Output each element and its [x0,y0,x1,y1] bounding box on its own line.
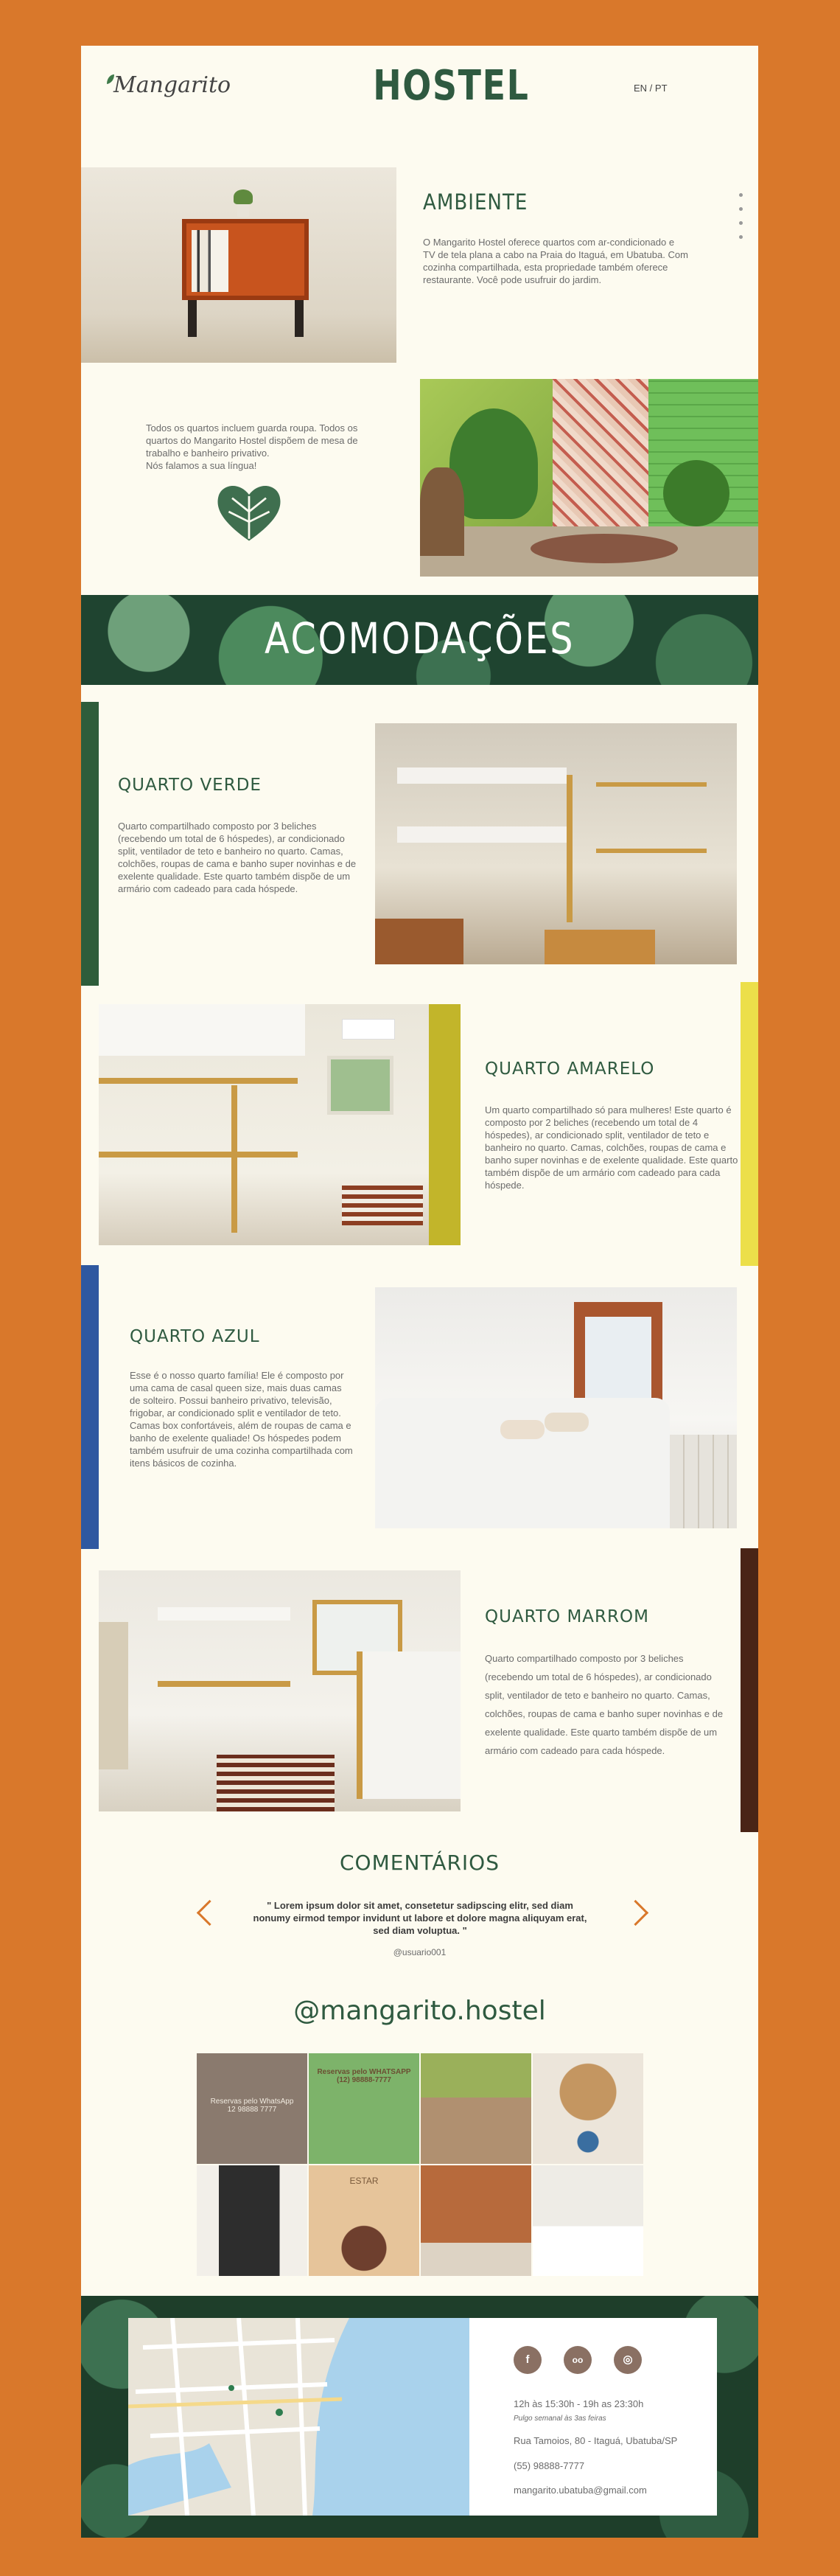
ambiente-garden-photo [420,379,758,577]
instagram-post[interactable] [420,2165,532,2277]
location-map[interactable] [128,2318,471,2516]
comments-title: COMENTÁRIOS [340,1851,500,1875]
ambiente-description: O Mangarito Hostel oferece quartos com a… [423,237,688,285]
instagram-post[interactable]: Reservas pelo WhatsApp 12 98888 7777 [196,2053,308,2165]
heart-leaf-icon [217,486,281,541]
contact-info: f oo ◎ 12h às 15:30h - 19h as 23:30h Pul… [469,2318,717,2516]
room-brown-description: Quarto compartilhado composto por 3 beli… [485,1653,724,1756]
room-blue-description: Esse é o nosso quarto família! Ele é com… [130,1370,353,1469]
room-yellow-photo[interactable] [99,1004,461,1245]
prev-arrow-icon[interactable] [196,1899,223,1926]
phone[interactable]: (55) 98888-7777 [514,2460,584,2472]
instagram-post[interactable] [420,2053,532,2165]
page-title: HOSTEL [373,62,530,110]
page: Mangarito HOSTEL EN / PT AMBIENTE O Mang… [81,46,758,2538]
brand-logo[interactable]: Mangarito [113,72,231,98]
ambiente-note: Todos os quartos incluem guarda roupa. T… [146,422,358,471]
address: Rua Tamoios, 80 - Itaguá, Ubatuba/SP [514,2435,678,2446]
ambiente-shelf-photo [81,167,396,363]
instagram-post[interactable]: Reservas pelo WHATSAPP (12) 98888-7777 [308,2053,420,2165]
instagram-post[interactable] [532,2053,644,2165]
room-brown-photo[interactable] [99,1570,461,1811]
room-green-photo[interactable] [375,723,737,964]
room-yellow-accent [741,982,758,1266]
instagram-handle[interactable]: @mangarito.hostel [81,1996,758,2026]
room-yellow-title: QUARTO AMARELO [485,1059,655,1079]
room-green-description: Quarto compartilhado composto por 3 beli… [118,821,357,894]
comment-quote: " Lorem ipsum dolor sit amet, consetetur… [253,1900,587,1936]
room-green-accent [81,702,99,986]
instagram-grid: Reservas pelo WhatsApp 12 98888 7777 Res… [196,2053,644,2277]
opening-hours-note: Pulgo semanal às 3as feiras [514,2415,606,2423]
instagram-post[interactable]: ESTAR [308,2165,420,2277]
room-blue-accent [81,1265,99,1549]
room-blue-photo[interactable] [375,1287,737,1528]
room-yellow-description: Um quarto compartilhado só para mulheres… [485,1104,738,1191]
room-blue-title: QUARTO AZUL [130,1327,260,1346]
instagram-icon[interactable]: ◎ [614,2346,642,2374]
email[interactable]: mangarito.ubatuba@gmail.com [514,2484,647,2496]
next-arrow-icon[interactable] [622,1899,649,1926]
ambiente-title: AMBIENTE [423,189,528,215]
room-brown-title: QUARTO MARROM [485,1607,649,1626]
accommodations-title: ACOMODAÇÕES [264,613,575,664]
instagram-post[interactable] [532,2165,644,2277]
language-switcher[interactable]: EN / PT [634,83,668,94]
slider-dots[interactable] [739,193,743,249]
room-green-title: QUARTO VERDE [118,776,262,795]
comment-user: @usuario001 [393,1947,447,1957]
tripadvisor-icon[interactable]: oo [564,2346,592,2374]
facebook-icon[interactable]: f [514,2346,542,2374]
room-brown-accent [741,1548,758,1832]
instagram-post[interactable] [196,2165,308,2277]
opening-hours: 12h às 15:30h - 19h as 23:30h [514,2398,644,2409]
